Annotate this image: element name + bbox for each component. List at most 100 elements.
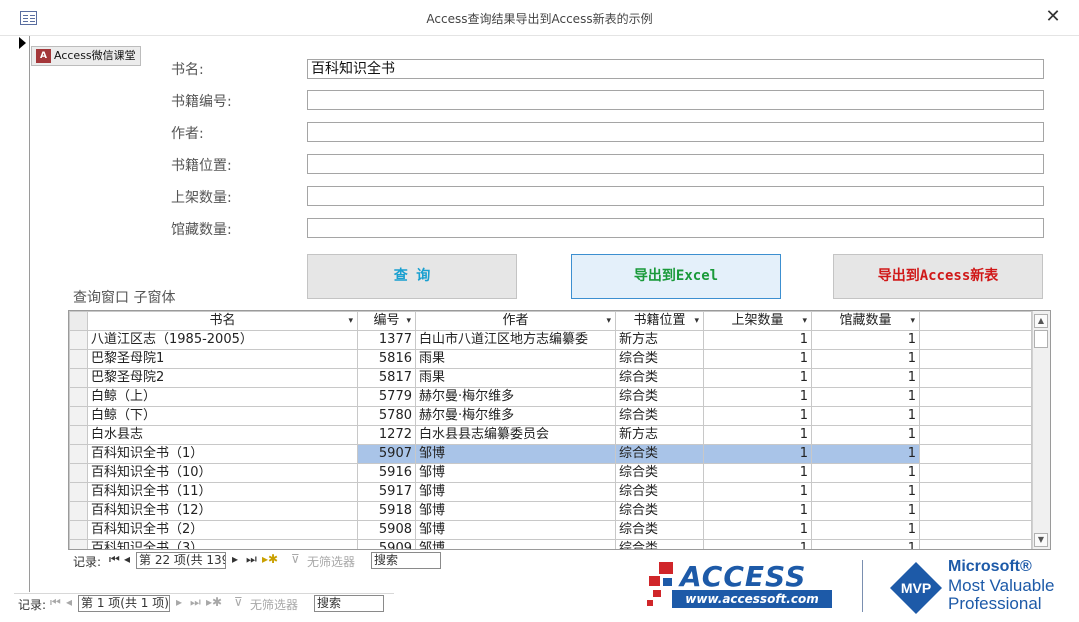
collection-qty-input[interactable]	[307, 218, 1044, 238]
filter-dropdown-icon[interactable]: ▾	[406, 313, 411, 330]
table-cell[interactable]: 1	[703, 406, 812, 426]
table-cell[interactable]: 白水县志	[87, 425, 358, 445]
table-cell[interactable]: 综合类	[615, 368, 704, 388]
table-row[interactable]: 八道江区志（1985-2005） 1377 白山市八道江区地方志编纂委 新方志 1 1	[69, 330, 1032, 350]
table-cell[interactable]: 赫尔曼·梅尔维多	[415, 387, 616, 407]
table-cell[interactable]: 5908	[357, 520, 416, 540]
table-cell[interactable]: 5917	[357, 482, 416, 502]
main-record-position[interactable]: 第 1 项(共 1 项)	[78, 595, 170, 612]
table-cell[interactable]: 1	[811, 425, 920, 445]
table-cell[interactable]: 1	[811, 330, 920, 350]
table-cell[interactable]: 综合类	[615, 444, 704, 464]
table-row[interactable]: 百科知识全书（11） 5917 邹博 综合类 1 1	[69, 482, 1032, 502]
table-cell[interactable]: 雨果	[415, 349, 616, 369]
last-record-icon[interactable]: ⏭	[190, 595, 201, 610]
subform-record-position[interactable]: 第 22 项(共 139	[136, 552, 226, 569]
table-cell[interactable]: 1	[811, 501, 920, 521]
subform-filter-status[interactable]: 无筛选器	[307, 553, 355, 570]
table-cell[interactable]: 综合类	[615, 406, 704, 426]
author-input[interactable]	[307, 122, 1044, 142]
row-selector[interactable]	[69, 501, 88, 521]
row-selector[interactable]	[69, 520, 88, 540]
table-cell[interactable]: 1	[703, 501, 812, 521]
next-record-icon[interactable]: ▸	[232, 552, 238, 566]
table-cell[interactable]: 5780	[357, 406, 416, 426]
table-cell[interactable]: 综合类	[615, 387, 704, 407]
table-cell[interactable]: 1	[703, 539, 812, 549]
column-header-book-name[interactable]: 书名 ▾	[87, 311, 358, 331]
row-selector[interactable]	[69, 482, 88, 502]
table-cell[interactable]: 1	[703, 520, 812, 540]
table-cell[interactable]: 白水县县志编纂委员会	[415, 425, 616, 445]
table-cell[interactable]: 雨果	[415, 368, 616, 388]
table-cell[interactable]: 邹博	[415, 463, 616, 483]
table-row[interactable]: 百科知识全书（3） 5909 邹博 综合类 1 1	[69, 539, 1032, 549]
column-header-collection-qty[interactable]: 馆藏数量 ▾	[811, 311, 920, 331]
subform-search-box[interactable]: 搜索	[371, 552, 441, 569]
table-row[interactable]: 百科知识全书（2） 5908 邹博 综合类 1 1	[69, 520, 1032, 540]
first-record-icon[interactable]: ⏮	[50, 595, 61, 610]
table-cell[interactable]: 百科知识全书（12）	[87, 501, 358, 521]
scroll-up-icon[interactable]: ▲	[1034, 314, 1048, 328]
table-cell[interactable]: 综合类	[615, 501, 704, 521]
row-selector[interactable]	[69, 539, 88, 549]
first-record-icon[interactable]: ⏮	[109, 552, 120, 567]
table-cell[interactable]: 巴黎圣母院1	[87, 349, 358, 369]
last-record-icon[interactable]: ⏭	[246, 552, 257, 567]
next-record-icon[interactable]: ▸	[176, 595, 182, 609]
table-cell[interactable]: 1	[811, 463, 920, 483]
table-cell[interactable]: 邹博	[415, 482, 616, 502]
table-row[interactable]: 百科知识全书（10） 5916 邹博 综合类 1 1	[69, 463, 1032, 483]
table-row[interactable]: 百科知识全书（12） 5918 邹博 综合类 1 1	[69, 501, 1032, 521]
table-cell[interactable]: 综合类	[615, 349, 704, 369]
query-results-datasheet[interactable]: 书名 ▾ 编号 ▾ 作者 ▾ 书籍位置 ▾ 上架数量 ▾ 馆藏数量 ▾ 八道江区志（1985…	[68, 310, 1051, 550]
row-selector[interactable]	[69, 387, 88, 407]
table-cell[interactable]: 5916	[357, 463, 416, 483]
table-cell[interactable]: 巴黎圣母院2	[87, 368, 358, 388]
row-selector[interactable]	[69, 463, 88, 483]
row-selector[interactable]	[69, 349, 88, 369]
table-cell[interactable]: 白鲸（上）	[87, 387, 358, 407]
table-cell[interactable]: 1	[703, 444, 812, 464]
table-cell[interactable]: 邹博	[415, 444, 616, 464]
query-button[interactable]: 查 询	[307, 254, 517, 299]
table-cell[interactable]: 综合类	[615, 520, 704, 540]
row-selector[interactable]	[69, 406, 88, 426]
table-cell[interactable]: 1	[811, 444, 920, 464]
table-cell[interactable]: 1	[703, 482, 812, 502]
column-header-author[interactable]: 作者 ▾	[415, 311, 616, 331]
table-cell[interactable]: 白山市八道江区地方志编纂委	[415, 330, 616, 350]
table-cell[interactable]: 1	[703, 387, 812, 407]
row-selector[interactable]	[69, 425, 88, 445]
export-access-button[interactable]: 导出到Access新表	[833, 254, 1043, 299]
table-cell[interactable]: 1272	[357, 425, 416, 445]
filter-dropdown-icon[interactable]: ▾	[606, 313, 611, 330]
previous-record-icon[interactable]: ◂	[124, 552, 130, 566]
table-cell[interactable]: 1	[703, 463, 812, 483]
main-filter-status[interactable]: 无筛选器	[250, 596, 298, 613]
table-cell[interactable]: 5779	[357, 387, 416, 407]
table-row[interactable]: 巴黎圣母院1 5816 雨果 综合类 1 1	[69, 349, 1032, 369]
table-cell[interactable]: 1	[811, 520, 920, 540]
table-row[interactable]: 百科知识全书（1） 5907 邹博 综合类 1 1	[69, 444, 1032, 464]
table-cell[interactable]: 百科知识全书（2）	[87, 520, 358, 540]
table-cell[interactable]: 1	[811, 368, 920, 388]
table-row[interactable]: 白水县志 1272 白水县县志编纂委员会 新方志 1 1	[69, 425, 1032, 445]
close-button[interactable]: ✕	[1042, 6, 1064, 28]
table-cell[interactable]: 5817	[357, 368, 416, 388]
form-record-selector[interactable]	[14, 36, 30, 592]
table-cell[interactable]: 综合类	[615, 482, 704, 502]
column-header-shelved-qty[interactable]: 上架数量 ▾	[703, 311, 812, 331]
table-cell[interactable]: 1	[811, 406, 920, 426]
table-cell[interactable]: 白鲸（下）	[87, 406, 358, 426]
filter-dropdown-icon[interactable]: ▾	[694, 313, 699, 330]
previous-record-icon[interactable]: ◂	[66, 595, 72, 609]
table-cell[interactable]: 百科知识全书（10）	[87, 463, 358, 483]
table-cell[interactable]: 邹博	[415, 539, 616, 549]
access-wechat-class-button[interactable]: A Access微信课堂	[31, 46, 141, 66]
column-header-location[interactable]: 书籍位置 ▾	[615, 311, 704, 331]
export-excel-button[interactable]: 导出到Excel	[571, 254, 781, 299]
column-header-id[interactable]: 编号 ▾	[357, 311, 416, 331]
table-cell[interactable]: 百科知识全书（3）	[87, 539, 358, 549]
book-name-input[interactable]: 百科知识全书	[307, 59, 1044, 79]
